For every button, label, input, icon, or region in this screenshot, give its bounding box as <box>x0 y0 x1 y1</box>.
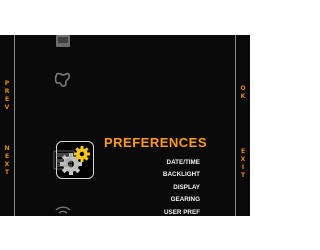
page-title: PREFERENCES <box>104 135 208 150</box>
next-letter: T <box>4 169 10 176</box>
device-screen: P R E V N E X T O K E X I T PREFERENCES … <box>0 35 250 216</box>
menu-item-backlight[interactable]: BACKLIGHT <box>104 169 200 181</box>
exit-letter: X <box>240 156 246 163</box>
exit-button[interactable]: E X I T <box>236 148 250 180</box>
menu-item-user-pref[interactable]: USER PREF <box>104 207 200 216</box>
next-letter: X <box>4 161 10 168</box>
exit-letter: T <box>240 172 246 179</box>
prev-letter: E <box>4 96 10 103</box>
device-icon[interactable] <box>53 35 73 49</box>
left-divider <box>14 35 15 216</box>
next-button[interactable]: N E X T <box>0 145 14 177</box>
prev-letter: V <box>4 104 10 111</box>
menu-carousel <box>42 35 86 216</box>
exit-letter: I <box>241 164 245 171</box>
prev-letter: R <box>4 88 10 95</box>
ok-letter: O <box>240 85 246 92</box>
data-screen-icon[interactable] <box>53 150 75 170</box>
menu-item-date-time[interactable]: DATE/TIME <box>104 157 200 169</box>
menu-item-gearing[interactable]: GEARING <box>104 194 200 206</box>
wireless-icon[interactable] <box>53 201 73 216</box>
route-icon[interactable] <box>53 69 73 89</box>
next-letter: E <box>4 153 10 160</box>
prev-button[interactable]: P R E V <box>0 80 14 112</box>
prev-letter: P <box>4 80 10 87</box>
ok-button[interactable]: O K <box>236 85 250 101</box>
preferences-menu: DATE/TIME BACKLIGHT DISPLAY GEARING USER… <box>104 157 200 216</box>
next-letter: N <box>4 145 10 152</box>
menu-item-display[interactable]: DISPLAY <box>104 182 200 194</box>
right-divider <box>235 35 236 216</box>
ok-letter: K <box>240 93 246 100</box>
exit-letter: E <box>240 148 246 155</box>
